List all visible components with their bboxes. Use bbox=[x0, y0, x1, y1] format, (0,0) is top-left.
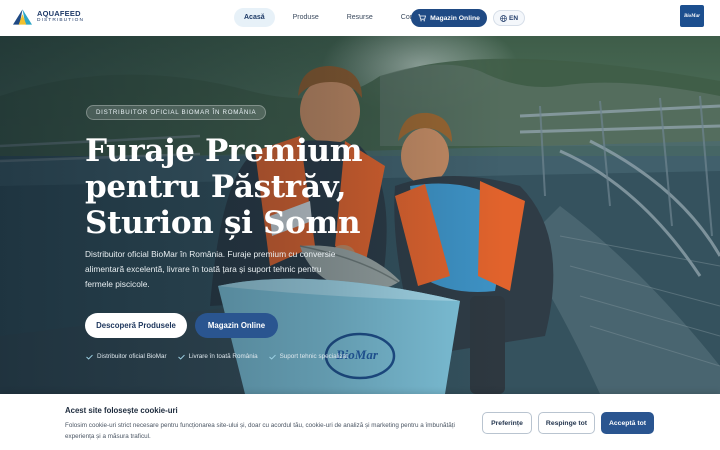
logo-subtitle: DISTRIBUTION bbox=[37, 18, 85, 24]
globe-icon bbox=[500, 14, 507, 22]
discover-products-button[interactable]: Descoperă Produsele bbox=[85, 313, 187, 338]
check-icon bbox=[86, 354, 93, 360]
hero-section: BioMar DISTRIBUITOR OFICIAL BIOMAR ÎN RO… bbox=[0, 36, 720, 394]
cookie-accept-button[interactable]: Acceptă tot bbox=[601, 412, 654, 434]
feature-item: Livrare în toată România bbox=[177, 353, 258, 360]
feature-label: Livrare în toată România bbox=[188, 353, 258, 360]
cookie-banner: Acest site folosește cookie-uri Folosim … bbox=[0, 394, 720, 450]
check-icon bbox=[268, 354, 276, 360]
cookie-reject-button[interactable]: Respinge tot bbox=[538, 412, 595, 434]
feature-label: Distribuitor oficial BioMar bbox=[97, 353, 167, 360]
cookie-title: Acest site folosește cookie-uri bbox=[65, 406, 178, 415]
language-switch[interactable]: EN bbox=[493, 10, 525, 26]
nav-item-produse[interactable]: Produse bbox=[283, 8, 329, 27]
hero-title-line-2: pentru Păstrăv, bbox=[85, 169, 347, 205]
hero-features: Distribuitor oficial BioMar Livrare în t… bbox=[86, 353, 359, 360]
biomar-partner-logo[interactable]: BioMar bbox=[680, 5, 704, 27]
cart-icon bbox=[418, 14, 427, 22]
hero-title-line-3: Sturion și Somn bbox=[85, 205, 361, 241]
language-label: EN bbox=[508, 14, 519, 22]
feature-item: Distribuitor oficial BioMar bbox=[86, 353, 167, 360]
hero-title-line-1: Furaje Premium bbox=[85, 133, 363, 169]
feature-label: Suport tehnic specializat bbox=[279, 353, 348, 360]
logo[interactable]: AQUAFEED DISTRIBUTION bbox=[13, 9, 84, 25]
site-header: AQUAFEED DISTRIBUTION Acasă Produse Resu… bbox=[0, 0, 720, 36]
check-icon bbox=[177, 354, 185, 360]
shop-online-button[interactable]: Magazin Online bbox=[411, 9, 487, 27]
nav-item-resurse[interactable]: Resurse bbox=[337, 8, 383, 27]
cookie-preferences-button[interactable]: Preferințe bbox=[482, 412, 532, 434]
aquafeed-logo-icon bbox=[13, 9, 32, 25]
cookie-description: Folosim cookie-uri strict necesare pentr… bbox=[65, 422, 455, 440]
hero-title: Furaje Premium pentru Păstrăv, Sturion ș… bbox=[85, 133, 375, 241]
nav-item-acasa[interactable]: Acasă bbox=[234, 8, 275, 27]
shop-button-label: Magazin Online bbox=[430, 14, 480, 22]
hero-subtitle: Distribuitor oficial BioMar în România. … bbox=[85, 249, 336, 289]
biomar-logo-text: BioMar bbox=[683, 13, 701, 19]
logo-name: AQUAFEED bbox=[37, 8, 81, 18]
hero-shop-online-button[interactable]: Magazin Online bbox=[195, 313, 278, 338]
hero-badge: DISTRIBUITOR OFICIAL BIOMAR ÎN ROMÂNIA bbox=[86, 105, 267, 120]
feature-item: Suport tehnic specializat bbox=[268, 353, 348, 360]
